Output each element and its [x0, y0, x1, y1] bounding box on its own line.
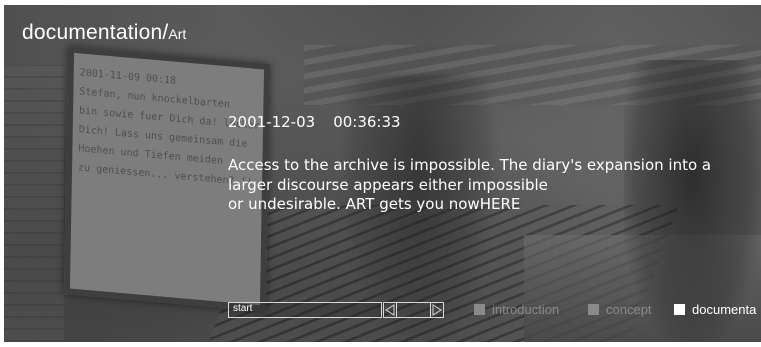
square-icon [474, 304, 485, 315]
entry-date: 2001-12-03 [228, 113, 316, 131]
entry-timestamp: 2001-12-03 00:36:33 [228, 113, 401, 131]
nav-item-label: documenta [692, 302, 757, 317]
square-icon [674, 304, 685, 315]
entry-line: larger discourse appears either impossib… [228, 175, 548, 194]
slider-track[interactable] [397, 302, 430, 318]
start-button[interactable]: start [228, 302, 382, 318]
nav-item-label: introduction [492, 302, 560, 317]
brick-column [4, 65, 64, 342]
nav-item-introduction[interactable]: introduction [474, 302, 559, 317]
nav-item-label: concept [606, 302, 652, 317]
background-photo: 2001-11-09 00:18 Stefan, nun knockelbarte… [4, 5, 761, 342]
nav-item-concept[interactable]: concept [588, 302, 652, 317]
entry-time: 00:36:33 [333, 113, 401, 131]
page-title: documentation/Art [22, 21, 186, 45]
nav-item-documentation[interactable]: documenta [674, 302, 756, 317]
page-title-section: Art [168, 26, 187, 42]
page-title-main: documentation/ [22, 21, 169, 44]
start-label: start [233, 303, 253, 314]
entry-line: Access to the archive is impossible. The… [228, 156, 712, 174]
triangle-right-icon[interactable] [430, 302, 444, 318]
entry-line: or undesirable. ART gets you nowHERE [228, 195, 521, 213]
entry-text: Access to the archive is impossible. The… [228, 156, 758, 215]
square-icon [588, 304, 599, 315]
triangle-left-icon[interactable] [383, 302, 397, 318]
